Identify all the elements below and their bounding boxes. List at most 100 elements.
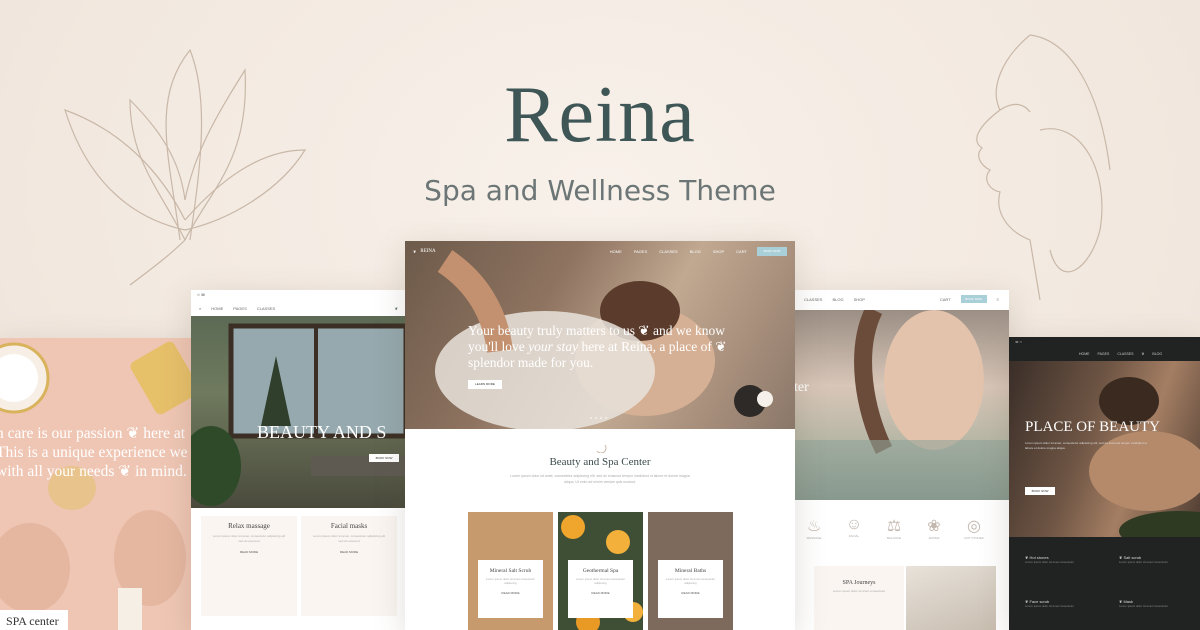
- nav-blog[interactable]: BLOG: [832, 297, 843, 302]
- contact-topbar: ✉ ☎: [197, 293, 206, 297]
- hero-desc: Lorem ipsum dolor sit amet, consectetur …: [1025, 441, 1148, 450]
- nav-pages[interactable]: PAGES: [634, 249, 648, 254]
- tile-label: Mineral Baths Lorem ipsum dolor sit amet…: [658, 560, 723, 618]
- hero-window-image: [191, 323, 406, 506]
- list-item[interactable]: ❦ Mask Lorem ipsum dolor sit amet consect…: [1119, 599, 1179, 608]
- service-title: Relax massage: [228, 522, 270, 530]
- tile-label: Geothermal Spa Lorem ipsum dolor sit ame…: [568, 560, 633, 618]
- journey-desc: Lorem ipsum dolor sit amet consectetur: [832, 589, 886, 593]
- nav-pages[interactable]: PAGES: [233, 306, 247, 311]
- service-tile[interactable]: Mineral Baths Lorem ipsum dolor sit amet…: [648, 512, 733, 630]
- list-desc: Lorem ipsum dolor sit amet consectetur: [1119, 604, 1168, 608]
- journey-title: SPA Journeys: [842, 580, 876, 586]
- hero-heading: BEAUTY AND S: [257, 422, 387, 442]
- slider-dots[interactable]: [590, 417, 607, 419]
- read-more-link[interactable]: READ MORE: [658, 591, 723, 595]
- journey-image: [906, 566, 996, 630]
- nav-classes[interactable]: CLASSES: [1117, 352, 1133, 356]
- nav-blog[interactable]: BLOG: [690, 249, 701, 254]
- tile-title: Mineral Salt Scrub: [489, 568, 532, 574]
- search-icon[interactable]: ⌕: [199, 306, 201, 311]
- tile-title: Mineral Baths: [674, 568, 707, 574]
- service-tile[interactable]: Mineral Salt Scrub Lorem ipsum dolor sit…: [468, 512, 553, 630]
- read-more-link[interactable]: READ MORE: [478, 591, 543, 595]
- list-desc: Lorem ipsum dolor sit amet consectetur: [1025, 604, 1074, 608]
- massage-icon[interactable]: ♨ MASSAGE: [794, 516, 834, 540]
- nav-shop[interactable]: SHOP: [854, 297, 865, 302]
- icon-label: MASSAGE: [806, 536, 822, 540]
- hero-banner: ❦ REINA HOME PAGES CLASSES BLOG SHOP CAR…: [405, 241, 795, 429]
- moon-ornament-icon: [596, 444, 607, 453]
- book-now-button[interactable]: BOOK NOW: [369, 454, 399, 462]
- nav-classes[interactable]: CLASSES: [804, 297, 822, 302]
- spa-center-badge: SPA center: [0, 610, 68, 630]
- hero-banner: ter: [794, 310, 1009, 500]
- section-title: Beauty and Spa Center: [549, 456, 651, 468]
- section-desc: Lorem ipsum dolor sit amet, consectetur …: [510, 474, 690, 484]
- preview-card-dark: ☎ ✉ HOME PAGES CLASSES ❦ BLOG PLACE OF B…: [1009, 337, 1200, 630]
- service-desc: Lorem ipsum dolor sit amet, consectetur …: [212, 534, 286, 543]
- lotus-logo-icon[interactable]: ❦: [395, 306, 398, 311]
- nav-home[interactable]: HOME: [211, 306, 223, 311]
- hero-text: Your beauty truly matters to us ❦ and we…: [468, 323, 728, 371]
- journey-card[interactable]: SPA Journeys Lorem ipsum dolor sit amet …: [814, 566, 904, 630]
- tile-desc: Lorem ipsum dolor sit amet consectetur a…: [666, 577, 715, 585]
- service-tile[interactable]: Geothermal Spa Lorem ipsum dolor sit ame…: [558, 512, 643, 630]
- aroma-icon[interactable]: ❀ AROMA: [914, 516, 954, 540]
- nav-bar: ❦ REINA HOME PAGES CLASSES BLOG SHOP CAR…: [405, 241, 795, 261]
- book-now-button[interactable]: BOOK NOW: [1025, 487, 1055, 495]
- read-more-link[interactable]: READ MORE: [201, 550, 297, 554]
- list-desc: Lorem ipsum dolor sit amet consectetur: [1119, 560, 1168, 564]
- read-more-link[interactable]: READ MORE: [568, 591, 633, 595]
- nav-blog[interactable]: BLOG: [1152, 352, 1162, 356]
- tile-desc: Lorem ipsum dolor sit amet consectetur a…: [486, 577, 535, 585]
- book-now-button[interactable]: BOOK NOW: [757, 246, 787, 256]
- list-item[interactable]: ❦ Face scrub Lorem ipsum dolor sit amet c…: [1025, 599, 1085, 608]
- preview-card-beauty: ✉ ☎ ⌕ HOME PAGES CLASSES ❦ BEAUTY AND S …: [191, 290, 406, 630]
- preview-card-skincare: n care is our passion ❦ here at This is …: [0, 338, 200, 630]
- tile-title: Geothermal Spa: [582, 568, 619, 574]
- nav-bar: CLASSES BLOG SHOP CART BOOK NOW ≡: [794, 290, 1009, 308]
- face-water-image: [794, 310, 1009, 500]
- service-desc: Lorem ipsum dolor sit amet, consectetur …: [312, 534, 386, 543]
- lotus-logo-icon[interactable]: ❦: [1141, 352, 1144, 356]
- service-card[interactable]: Facial masks Lorem ipsum dolor sit amet,…: [301, 516, 397, 616]
- list-desc: Lorem ipsum dolor sit amet consectetur: [1025, 560, 1074, 564]
- book-now-button[interactable]: BOOK NOW: [960, 295, 987, 303]
- icon-label: FACIAL: [848, 534, 860, 538]
- list-item[interactable]: ❦ Hot stones Lorem ipsum dolor sit amet c…: [1025, 555, 1085, 564]
- service-card[interactable]: Relax massage Lorem ipsum dolor sit amet…: [201, 516, 297, 616]
- nav-cart[interactable]: CART: [736, 249, 747, 254]
- balance-icon[interactable]: ⚖ BALANCE: [874, 516, 914, 540]
- icon-label: BALANCE: [886, 536, 901, 540]
- icon-label: AROMA: [928, 536, 940, 540]
- nav-classes[interactable]: CLASSES: [659, 249, 677, 254]
- brand-title: Reina: [504, 71, 696, 159]
- preview-card-face: CLASSES BLOG SHOP CART BOOK NOW ≡ ter ♨ M…: [794, 290, 1009, 630]
- menu-icon[interactable]: ≡: [997, 297, 999, 302]
- tile-desc: Lorem ipsum dolor sit amet consectetur a…: [576, 577, 625, 585]
- contact-topbar: ☎ ✉: [1015, 340, 1023, 344]
- read-more-link[interactable]: READ MORE: [301, 550, 397, 554]
- hot-stones-icon[interactable]: ◎ HOT STONES: [954, 516, 994, 540]
- site-logo-text[interactable]: REINA: [420, 249, 435, 254]
- lotus-logo-icon[interactable]: ❦: [413, 249, 416, 254]
- skincare-products-image: [0, 338, 200, 630]
- facial-icon[interactable]: ☺ FACIAL: [834, 516, 874, 538]
- skincare-paragraph: n care is our passion ❦ here at This is …: [0, 425, 188, 480]
- list-item[interactable]: ❦ Salt scrub Lorem ipsum dolor sit amet c…: [1119, 555, 1179, 564]
- icon-label: HOT STONES: [964, 536, 984, 540]
- nav-classes[interactable]: CLASSES: [257, 306, 275, 311]
- learn-more-button[interactable]: LEARN MORE: [468, 380, 502, 389]
- nav-bar: HOME PAGES CLASSES ❦ BLOG: [1009, 347, 1200, 361]
- nav-cart[interactable]: CART: [940, 297, 951, 302]
- nav-pages[interactable]: PAGES: [1098, 352, 1110, 356]
- nav-shop[interactable]: SHOP: [713, 249, 724, 254]
- tile-label: Mineral Salt Scrub Lorem ipsum dolor sit…: [478, 560, 543, 618]
- nav-home[interactable]: HOME: [1079, 352, 1090, 356]
- service-title: Facial masks: [330, 522, 368, 530]
- nav-home[interactable]: HOME: [610, 249, 622, 254]
- preview-card-main: ❦ REINA HOME PAGES CLASSES BLOG SHOP CAR…: [405, 241, 795, 630]
- hero-banner: PLACE OF BEAUTY Lorem ipsum dolor sit am…: [1009, 361, 1200, 537]
- hero-text-emphasis: your stay: [528, 339, 579, 354]
